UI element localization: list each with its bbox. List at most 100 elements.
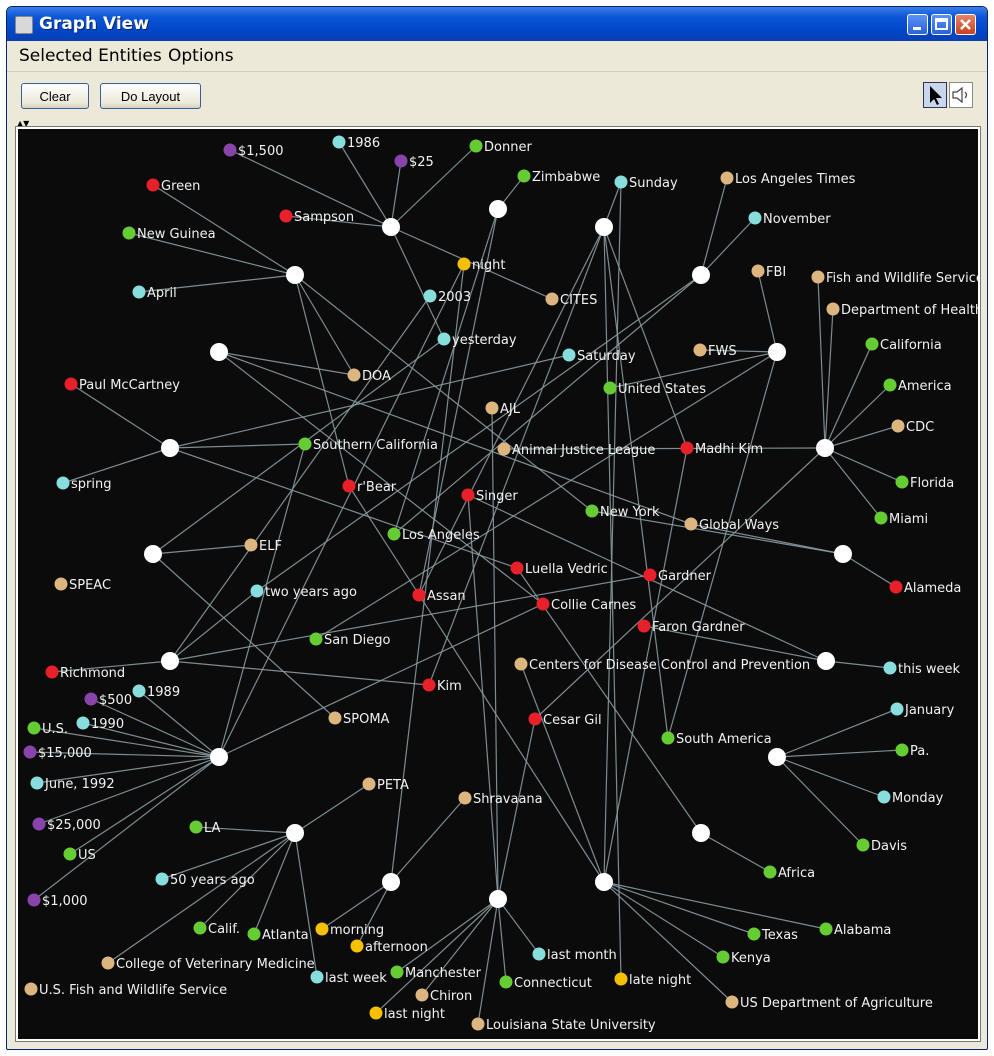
entity-dot-place[interactable] [874,511,888,525]
entity-node[interactable]: South America [661,731,772,748]
entity-dot-organization[interactable] [720,171,734,185]
entity-label[interactable]: Saturday [577,349,636,364]
entity-dot-organization[interactable] [347,368,361,382]
entity-dot-person[interactable] [412,588,426,602]
hub-node-h20[interactable] [595,873,613,891]
menu-options[interactable]: Options [168,46,234,66]
title-bar[interactable]: Graph View [7,7,987,41]
minimize-button[interactable] [907,14,928,35]
entity-dot-time[interactable] [155,872,169,886]
entity-node[interactable]: Alameda [889,580,962,597]
entity-dot-person[interactable] [279,209,293,223]
entity-node[interactable]: Calif. [193,921,241,938]
entity-dot-time[interactable] [56,476,70,490]
entity-label[interactable]: last night [384,1007,445,1022]
entity-label[interactable]: January [904,703,955,718]
entity-dot-organization[interactable] [471,1017,485,1031]
entity-node[interactable]: Monday [877,790,944,807]
entity-node[interactable]: Shravaana [458,791,543,808]
entity-label[interactable]: U.S. [42,722,68,737]
entity-node[interactable]: $15,000 [23,745,92,762]
entity-dot-place[interactable] [499,975,513,989]
entity-node[interactable]: New York [585,504,661,521]
entity-node[interactable]: yesterday [437,332,517,349]
hub-node-h10[interactable] [144,545,162,563]
entity-node[interactable]: Fish and Wildlife Service [811,270,979,287]
entity-dot-money[interactable] [394,154,408,168]
entity-node[interactable]: April [132,285,177,302]
entity-dot-time_of_day[interactable] [369,1006,383,1020]
entity-node[interactable]: Singer [461,488,519,505]
close-button[interactable] [955,14,976,35]
entity-dot-time_of_day[interactable] [350,939,364,953]
entity-dot-place[interactable] [469,139,483,153]
entity-label[interactable]: New Guinea [137,227,216,242]
entity-label[interactable]: Animal Justice League [512,443,655,458]
entity-dot-place[interactable] [390,965,404,979]
entity-dot-organization[interactable] [891,419,905,433]
entity-node[interactable]: Manchester [390,965,482,982]
entity-dot-place[interactable] [63,847,77,861]
entity-label[interactable]: DOA [362,369,391,384]
hub-node-h7[interactable] [768,343,786,361]
entity-dot-place[interactable] [747,927,761,941]
entity-node[interactable]: Animal Justice League [497,442,656,459]
maximize-button[interactable] [931,14,952,35]
entity-dot-time[interactable] [310,970,324,984]
entity-label[interactable]: Alabama [834,923,891,938]
entity-dot-time[interactable] [132,684,146,698]
entity-node[interactable]: College of Veterinary Medicine [101,956,315,973]
entity-node[interactable]: FWS [693,343,737,360]
entity-node[interactable]: Louisiana State University [471,1017,656,1034]
entity-label[interactable]: Gardner [658,569,712,584]
hub-node-h1[interactable] [382,218,400,236]
entity-label[interactable]: Green [161,179,200,194]
entity-dot-time[interactable] [883,661,897,675]
entity-label[interactable]: ELF [259,539,282,554]
entity-node[interactable]: PETA [362,777,409,794]
entity-dot-place[interactable] [603,381,617,395]
entity-label[interactable]: Calif. [208,922,240,937]
entity-dot-organization[interactable] [244,538,258,552]
entity-label[interactable]: San Diego [324,633,390,648]
entity-label[interactable]: Africa [778,866,815,881]
entity-label[interactable]: $15,000 [38,746,92,761]
entity-label[interactable]: Florida [910,476,954,491]
entity-node[interactable]: Paul McCartney [64,377,181,394]
entity-dot-place[interactable] [189,820,203,834]
entity-dot-place[interactable] [895,475,909,489]
entity-label[interactable]: Global Ways [699,518,779,533]
entity-dot-person[interactable] [64,377,78,391]
entity-dot-time[interactable] [890,702,904,716]
entity-label[interactable]: Singer [476,489,518,504]
entity-node[interactable]: night [457,257,506,274]
entity-label[interactable]: U.S. Fish and Wildlife Service [39,983,227,998]
hub-node-h15[interactable] [768,748,786,766]
entity-label[interactable]: Louisiana State University [486,1018,656,1033]
entity-node[interactable]: Saturday [562,348,636,365]
entity-dot-organization[interactable] [684,517,698,531]
entity-dot-person[interactable] [422,678,436,692]
entity-dot-place[interactable] [883,378,897,392]
entity-label[interactable]: Kim [437,679,462,694]
graph-canvas[interactable]: $1,500 1986 $25 Donner Green Zimbabwe Sunday Lo… [18,129,978,1039]
entity-label[interactable]: afternoon [365,940,428,955]
entity-dot-place[interactable] [27,721,41,735]
entity-dot-time[interactable] [332,135,346,149]
audio-tool-button[interactable] [949,82,973,108]
menu-selected-entities[interactable]: Selected Entities [19,46,162,66]
entity-dot-organization[interactable] [497,442,511,456]
entity-label[interactable]: $500 [99,693,132,708]
entity-node[interactable]: U.S. [27,721,69,738]
entity-dot-place[interactable] [716,950,730,964]
entity-label[interactable]: Chiron [430,989,472,1004]
entity-node[interactable]: Cesar Gil [528,712,602,729]
entity-label[interactable]: 50 years ago [170,873,255,888]
entity-label[interactable]: November [763,212,831,227]
entity-dot-time[interactable] [250,584,264,598]
entity-label[interactable]: $1,500 [238,144,284,159]
entity-label[interactable]: night [472,258,505,273]
hub-node-h4[interactable] [595,218,613,236]
entity-label[interactable]: Connecticut [514,976,592,991]
entity-label[interactable]: Davis [871,839,907,854]
